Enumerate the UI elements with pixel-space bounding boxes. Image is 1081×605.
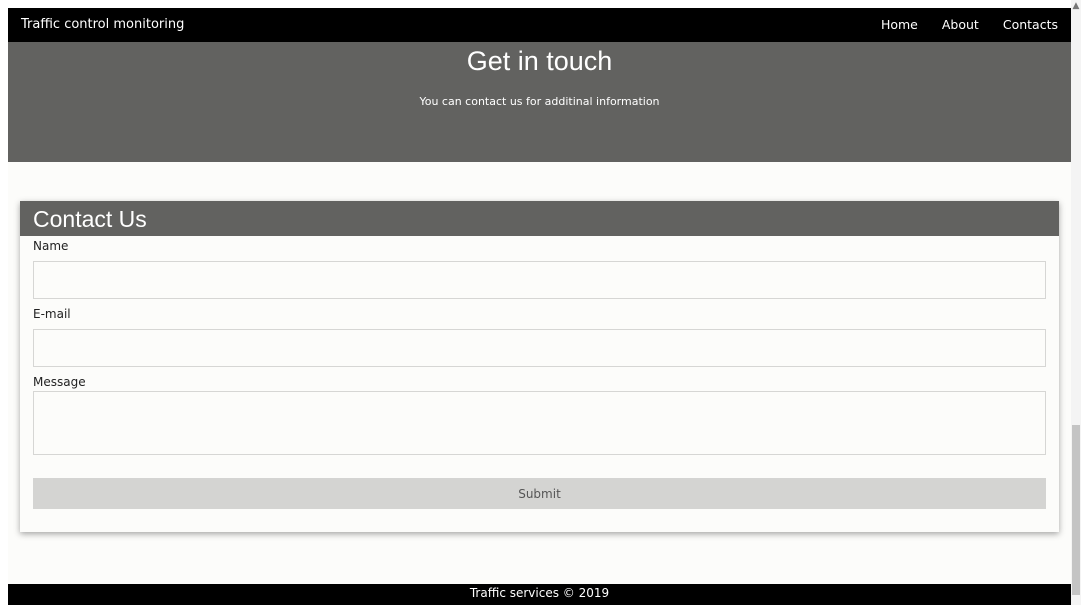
message-textarea[interactable]: [33, 391, 1046, 455]
navbar: Traffic control monitoring Home About Co…: [8, 8, 1071, 42]
scrollbar-thumb[interactable]: [1072, 425, 1080, 595]
submit-button[interactable]: Submit: [33, 478, 1046, 509]
contact-card: Contact Us Name E-mail Message Submit: [20, 201, 1059, 532]
hero-banner: Get in touch You can contact us for addi…: [8, 42, 1071, 162]
contact-card-header: Contact Us: [20, 201, 1059, 236]
contact-title: Contact Us: [33, 206, 147, 232]
name-input[interactable]: [33, 261, 1046, 299]
hero-title: Get in touch: [466, 46, 613, 76]
brand-title[interactable]: Traffic control monitoring: [21, 17, 184, 32]
name-label: Name: [33, 239, 69, 253]
email-label: E-mail: [33, 307, 71, 321]
footer-text: Traffic services © 2019: [469, 586, 610, 600]
page: Traffic control monitoring Home About Co…: [8, 8, 1071, 605]
nav-links: Home About Contacts: [881, 17, 1058, 32]
message-label: Message: [33, 375, 86, 389]
email-input[interactable]: [33, 329, 1046, 367]
vertical-scrollbar[interactable]: ▲: [1071, 0, 1081, 605]
nav-link-home[interactable]: Home: [881, 17, 918, 32]
nav-link-about[interactable]: About: [942, 17, 979, 32]
footer: Traffic services © 2019: [8, 584, 1071, 605]
scroll-up-arrow-icon[interactable]: ▲: [1071, 0, 1081, 12]
nav-link-contacts[interactable]: Contacts: [1003, 17, 1058, 32]
hero-subtitle: You can contact us for additinal informa…: [419, 95, 660, 108]
